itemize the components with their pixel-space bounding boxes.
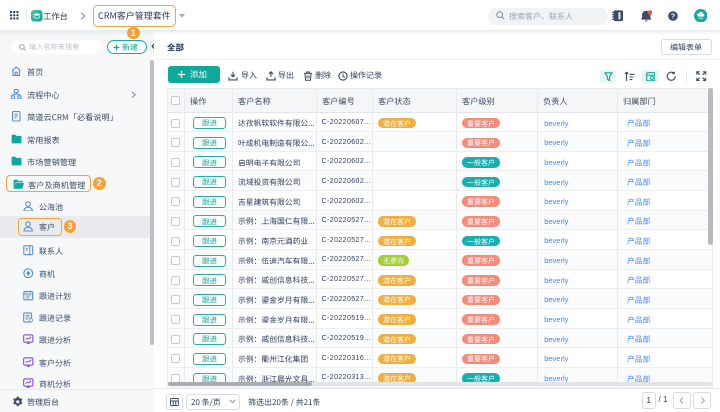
- svg-text:?: ?: [671, 13, 675, 20]
